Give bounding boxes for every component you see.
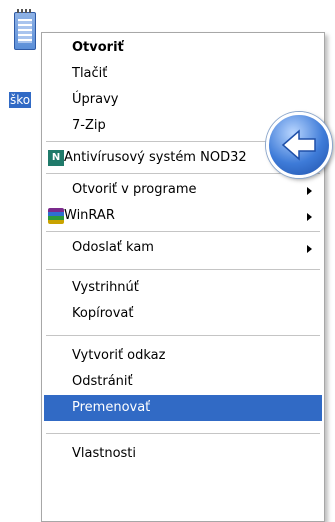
menu-item-winrar-label: WinRAR — [64, 208, 115, 223]
menu-item-delete[interactable]: Odstrániť — [44, 369, 322, 395]
menu-item-rename[interactable]: Premenovať — [44, 395, 322, 421]
menu-item-open-with-label: Otvoriť v programe — [72, 182, 197, 197]
menu-item-winrar[interactable]: WinRAR — [44, 203, 322, 229]
notepad-file-icon — [14, 9, 36, 50]
context-menu: Otvoriť Tlačiť Úpravy 7-Zip N Antivíruso… — [41, 32, 325, 522]
menu-separator — [46, 269, 320, 271]
back-arrow-button[interactable] — [266, 112, 332, 178]
submenu-arrow-icon — [307, 187, 312, 195]
menu-item-nod32-label: Antivírusový systém NOD32 — [64, 150, 247, 165]
back-arrow-icon — [281, 129, 316, 161]
menu-item-properties[interactable]: Vlastnosti — [44, 441, 322, 467]
menu-item-copy[interactable]: Kopírovať — [44, 301, 322, 327]
desktop-file-icon[interactable] — [10, 8, 38, 58]
menu-separator — [46, 335, 320, 337]
menu-separator — [46, 173, 320, 175]
nod32-icon: N — [48, 150, 64, 166]
menu-item-cut[interactable]: Vystrihnúť — [44, 275, 322, 301]
desktop-file-label[interactable]: ško — [9, 92, 32, 108]
menu-item-edit[interactable]: Úpravy — [44, 87, 322, 113]
menu-item-open-with[interactable]: Otvoriť v programe — [44, 177, 322, 203]
winrar-icon — [48, 208, 64, 224]
menu-item-send-to[interactable]: Odoslať kam — [44, 235, 322, 261]
menu-item-open[interactable]: Otvoriť — [44, 35, 322, 61]
menu-item-send-to-label: Odoslať kam — [72, 240, 154, 255]
menu-item-print[interactable]: Tlačiť — [44, 61, 322, 87]
submenu-arrow-icon — [307, 213, 312, 221]
menu-separator — [46, 433, 320, 435]
submenu-arrow-icon — [307, 245, 312, 253]
menu-item-create-shortcut[interactable]: Vytvoriť odkaz — [44, 343, 322, 369]
menu-separator — [46, 231, 320, 233]
